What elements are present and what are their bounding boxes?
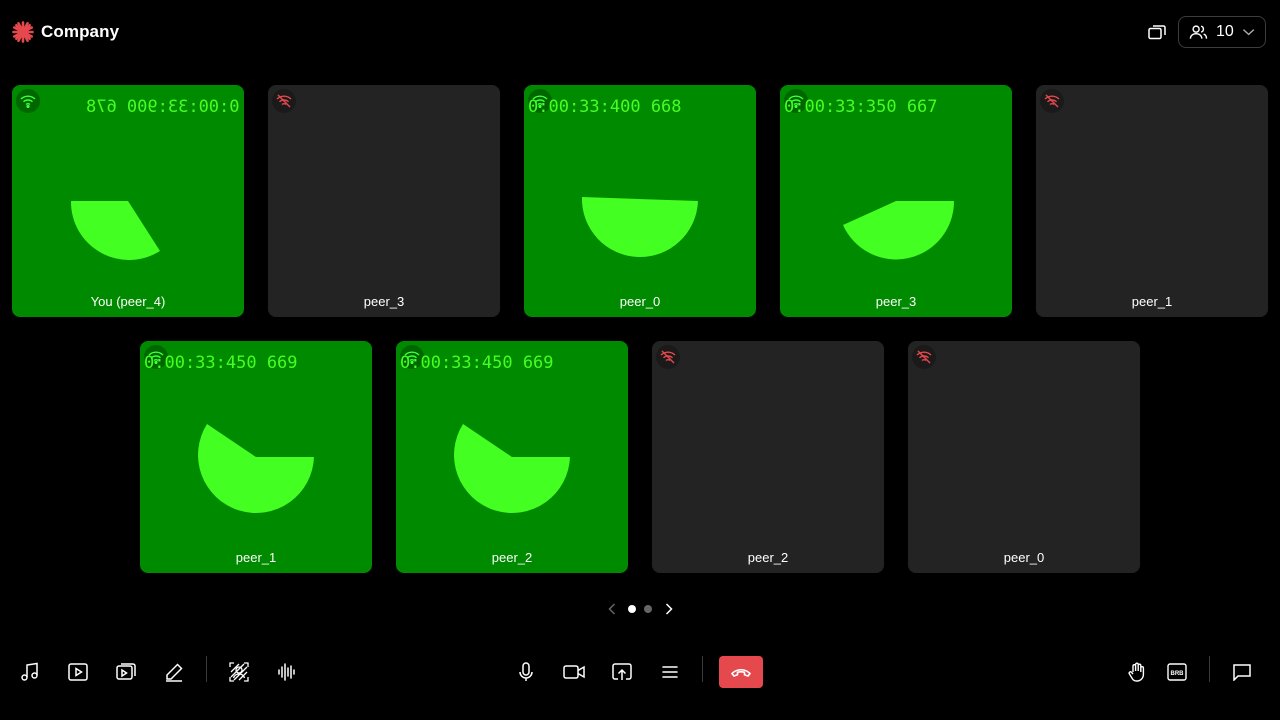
more-menu-icon <box>662 666 678 678</box>
virtual-background-button[interactable] <box>227 660 251 684</box>
toolbar-divider <box>1209 656 1210 682</box>
video-tile[interactable]: 0:00:33:350 667 peer_3 <box>780 85 1012 317</box>
share-screen-icon <box>612 663 632 680</box>
video-tile[interactable]: peer_3 <box>268 85 500 317</box>
music-icon <box>21 662 38 681</box>
network-offline-icon <box>912 345 936 369</box>
leave-call-icon <box>730 668 752 677</box>
page-dot-active[interactable] <box>628 605 636 613</box>
video-timestamp: 0:00:33:450 669 <box>400 353 554 373</box>
network-good-icon <box>16 89 40 113</box>
tile-name: peer_2 <box>491 550 533 565</box>
video-timestamp: 0:00:33:350 667 <box>784 97 938 117</box>
music-button[interactable] <box>18 660 42 684</box>
brb-icon: BRB <box>1167 663 1187 681</box>
header: Company 10 <box>0 0 1280 64</box>
layout-toggle-button[interactable] <box>1146 21 1168 43</box>
video-frame-shape <box>70 201 160 260</box>
tile-name: peer_0 <box>619 294 661 309</box>
video-timestamp: 0:00:33:900 678 <box>86 97 240 117</box>
chevron-down-icon <box>1242 29 1255 36</box>
more-menu-button[interactable] <box>658 660 682 684</box>
video-tile[interactable]: 0:00:33:450 669 peer_2 <box>396 341 628 573</box>
camera-button[interactable] <box>562 660 586 684</box>
company-logo-icon <box>12 21 34 43</box>
video-frame-shape <box>581 197 698 258</box>
tile-name: peer_3 <box>363 294 405 309</box>
chevron-right-icon <box>665 603 673 615</box>
chat-button[interactable] <box>1230 660 1254 684</box>
tile-name: peer_0 <box>1003 550 1045 565</box>
network-offline-icon <box>272 89 296 113</box>
video-frame-shape <box>454 424 570 513</box>
network-offline-icon <box>656 345 680 369</box>
video-tile[interactable]: 0:00:33:900 678 You (peer_4) <box>12 85 244 317</box>
video-frame-shape <box>843 201 955 260</box>
raise-hand-icon <box>1128 662 1145 682</box>
bottom-toolbar: BRB <box>0 648 1280 696</box>
tile-name: peer_1 <box>1131 294 1173 309</box>
tile-name: You (peer_4) <box>90 294 166 309</box>
toolbar-divider <box>206 656 207 682</box>
layout-icon <box>1148 25 1166 40</box>
video-frame-shape <box>198 424 314 513</box>
screen-capture-icon <box>116 663 136 680</box>
audio-effects-button[interactable] <box>275 660 299 684</box>
virtual-background-icon <box>229 662 249 682</box>
pagination <box>600 600 680 618</box>
brb-button[interactable]: BRB <box>1165 660 1189 684</box>
video-tile[interactable]: peer_1 <box>1036 85 1268 317</box>
whiteboard-pencil-icon <box>166 663 183 682</box>
whiteboard-button[interactable] <box>162 660 186 684</box>
video-tile[interactable]: peer_0 <box>908 341 1140 573</box>
raise-hand-button[interactable] <box>1125 660 1149 684</box>
audio-waveform-icon <box>278 663 295 681</box>
tile-name: peer_3 <box>875 294 917 309</box>
page-dot[interactable] <box>644 605 652 613</box>
screen-capture-button[interactable] <box>114 660 138 684</box>
video-tile[interactable]: peer_2 <box>652 341 884 573</box>
microphone-button[interactable] <box>514 660 538 684</box>
participant-count-button[interactable]: 10 <box>1178 16 1266 48</box>
svg-text:BRB: BRB <box>1171 671 1185 677</box>
chevron-left-icon <box>608 603 616 615</box>
people-icon <box>1189 25 1208 39</box>
brand-name: Company <box>41 22 120 41</box>
share-screen-button[interactable] <box>610 660 634 684</box>
leave-call-button[interactable] <box>719 656 763 688</box>
toolbar-divider <box>702 656 703 682</box>
camera-icon <box>563 665 585 679</box>
video-playlist-icon <box>68 663 88 681</box>
video-playlist-button[interactable] <box>66 660 90 684</box>
video-timestamp: 0:00:33:450 669 <box>144 353 298 373</box>
chat-icon <box>1233 664 1251 681</box>
network-offline-icon <box>1040 89 1064 113</box>
video-timestamp: 0:00:33:400 668 <box>528 97 682 117</box>
microphone-icon <box>519 662 533 681</box>
tile-name: peer_2 <box>747 550 789 565</box>
participant-count: 10 <box>1215 23 1234 40</box>
video-tile[interactable]: 0:00:33:400 668 peer_0 <box>524 85 756 317</box>
video-tile[interactable]: 0:00:33:450 669 peer_1 <box>140 341 372 573</box>
next-page-button[interactable] <box>661 600 677 618</box>
prev-page-button[interactable] <box>604 600 620 618</box>
tile-name: peer_1 <box>235 550 277 565</box>
